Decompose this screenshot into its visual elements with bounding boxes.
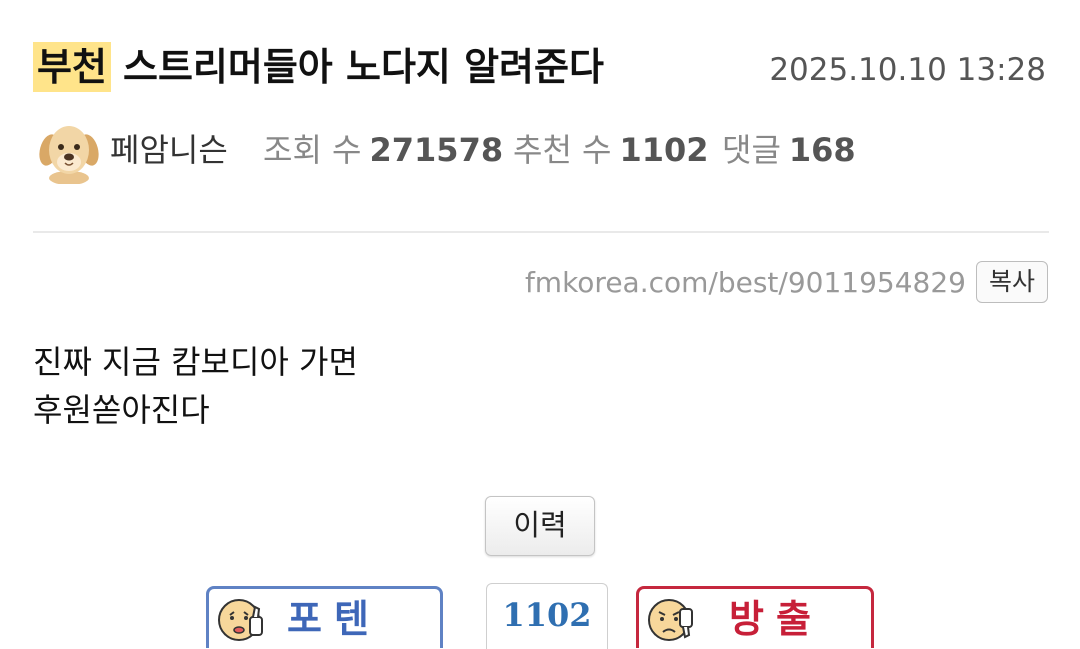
views-label: 조회 수 bbox=[263, 131, 362, 169]
share-link-row: fmkorea.com/best/9011954829 복사 bbox=[525, 260, 1048, 304]
recommend-count: 1102 bbox=[619, 131, 709, 169]
board-tag[interactable]: 부천 bbox=[33, 42, 111, 92]
copy-button[interactable]: 복사 bbox=[975, 261, 1048, 303]
post-header: 부천 스트리머들아 노다지 알려준다 2025.10.10 13:28 bbox=[33, 40, 1048, 102]
thumbs-down-face-icon bbox=[647, 595, 695, 645]
post-datetime: 2025.10.10 13:28 bbox=[769, 52, 1046, 88]
recommend-label: 추천 수 bbox=[513, 131, 612, 169]
comments-label: 댓글 bbox=[722, 131, 781, 169]
content-line: 후원쏟아진다 bbox=[33, 391, 210, 429]
comments-count: 168 bbox=[788, 131, 856, 169]
recommend-stat: 추천 수 1102 bbox=[513, 130, 709, 170]
post-meta: 페암니슨 조회 수 271578 추천 수 1102 댓글 168 bbox=[38, 120, 1038, 186]
post-url[interactable]: fmkorea.com/best/9011954829 bbox=[525, 266, 966, 299]
views-stat: 조회 수 271578 bbox=[263, 130, 503, 170]
history-button[interactable]: 이력 bbox=[485, 496, 595, 556]
post-title: 스트리머들아 노다지 알려준다 bbox=[123, 45, 604, 89]
vote-count: 1102 bbox=[486, 583, 608, 649]
author-name[interactable]: 페암니슨 bbox=[110, 130, 228, 170]
thumbs-up-face-icon bbox=[217, 595, 265, 645]
vote-down-button[interactable]: 방출 bbox=[636, 586, 874, 648]
vote-up-button[interactable]: 포텐 bbox=[206, 586, 443, 648]
puppy-avatar-icon[interactable] bbox=[38, 120, 100, 185]
views-count: 271578 bbox=[369, 131, 504, 169]
comments-stat: 댓글 168 bbox=[722, 130, 856, 170]
content-line: 진짜 지금 캄보디아 가면 bbox=[33, 343, 358, 381]
vote-down-label: 방출 bbox=[729, 597, 823, 641]
vote-up-label: 포텐 bbox=[287, 597, 381, 641]
divider bbox=[33, 231, 1049, 233]
post-content: 진짜 지금 캄보디아 가면 후원쏟아진다 bbox=[33, 338, 358, 434]
